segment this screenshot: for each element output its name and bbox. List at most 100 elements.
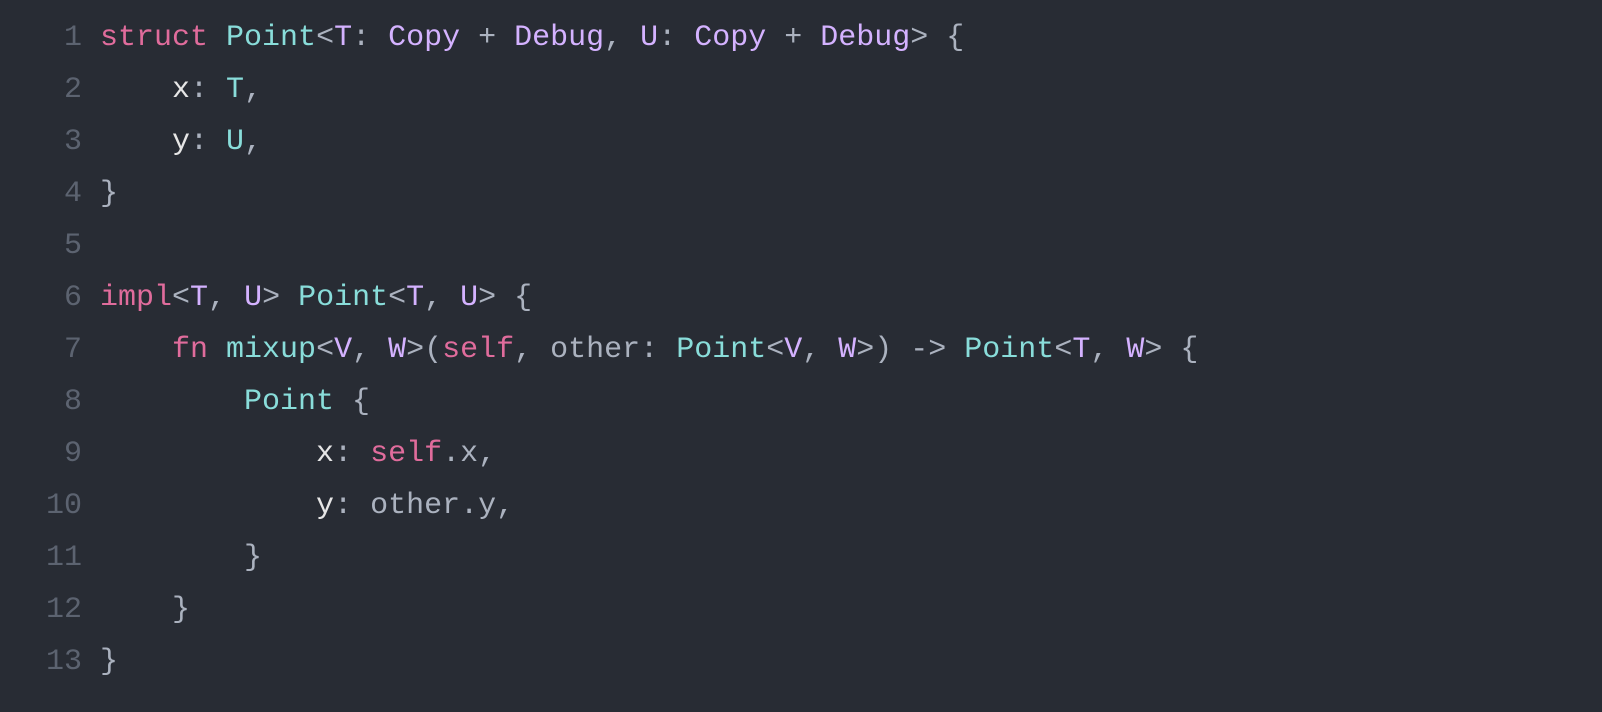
- code-token: T: [190, 281, 208, 315]
- code-token: ,: [1090, 333, 1126, 367]
- code-line[interactable]: x: self.x,: [100, 428, 1602, 480]
- code-line[interactable]: [100, 220, 1602, 272]
- code-token: [208, 21, 226, 55]
- code-token: ,: [604, 21, 640, 55]
- code-token: >(: [406, 333, 442, 367]
- code-token: T: [1072, 333, 1090, 367]
- code-token: V: [784, 333, 802, 367]
- code-token: self: [442, 333, 514, 367]
- code-token: [100, 385, 244, 419]
- code-token: {: [334, 385, 370, 419]
- code-token: {: [928, 21, 964, 55]
- code-token: > {: [1144, 333, 1198, 367]
- line-number: 4: [0, 168, 82, 220]
- code-token: y: [172, 125, 190, 159]
- line-number: 10: [0, 480, 82, 532]
- code-token: [208, 333, 226, 367]
- code-token: :: [334, 437, 370, 471]
- code-token: x: [172, 73, 190, 107]
- code-token: }: [100, 177, 118, 211]
- code-token: ,: [244, 125, 262, 159]
- code-token: <: [1054, 333, 1072, 367]
- code-token: Point: [226, 21, 316, 55]
- code-token: :: [190, 125, 226, 159]
- code-token: x: [316, 437, 334, 471]
- code-token: }: [100, 593, 190, 627]
- code-token: U: [460, 281, 478, 315]
- code-token: [100, 333, 172, 367]
- code-token: :: [352, 21, 388, 55]
- code-token: Point: [298, 281, 388, 315]
- code-token: > {: [478, 281, 532, 315]
- code-token: }: [100, 541, 262, 575]
- code-token: Copy: [388, 21, 460, 55]
- code-line[interactable]: }: [100, 636, 1602, 688]
- code-token: T: [334, 21, 352, 55]
- line-number: 3: [0, 116, 82, 168]
- code-line[interactable]: struct Point<T: Copy + Debug, U: Copy + …: [100, 12, 1602, 64]
- code-token: U: [244, 281, 262, 315]
- code-token: Debug: [820, 21, 910, 55]
- code-token: +: [460, 21, 514, 55]
- code-token: ,: [244, 73, 262, 107]
- line-number: 11: [0, 532, 82, 584]
- code-token: ,: [208, 281, 244, 315]
- line-number: 1: [0, 12, 82, 64]
- code-token: T: [226, 73, 244, 107]
- code-line[interactable]: Point {: [100, 376, 1602, 428]
- code-token: , other:: [514, 333, 676, 367]
- code-token: W: [838, 333, 856, 367]
- code-line[interactable]: fn mixup<V, W>(self, other: Point<V, W>)…: [100, 324, 1602, 376]
- line-number: 5: [0, 220, 82, 272]
- code-token: impl: [100, 281, 172, 315]
- code-line[interactable]: y: U,: [100, 116, 1602, 168]
- code-line[interactable]: }: [100, 584, 1602, 636]
- code-token: Point: [676, 333, 766, 367]
- line-number: 12: [0, 584, 82, 636]
- code-token: ,: [424, 281, 460, 315]
- code-line[interactable]: }: [100, 532, 1602, 584]
- code-token: <: [172, 281, 190, 315]
- code-token: <: [316, 21, 334, 55]
- code-token: ,: [802, 333, 838, 367]
- code-token: Point: [244, 385, 334, 419]
- code-token: ,: [352, 333, 388, 367]
- code-token: [100, 125, 172, 159]
- code-token: V: [334, 333, 352, 367]
- code-token: y: [316, 489, 334, 523]
- code-token: Debug: [514, 21, 604, 55]
- code-token: struct: [100, 21, 208, 55]
- line-number: 8: [0, 376, 82, 428]
- code-token: <: [316, 333, 334, 367]
- code-token: Copy: [694, 21, 766, 55]
- code-token: self: [370, 437, 442, 471]
- code-token: fn: [172, 333, 208, 367]
- code-line[interactable]: y: other.y,: [100, 480, 1602, 532]
- code-token: <: [388, 281, 406, 315]
- code-token: :: [658, 21, 694, 55]
- code-token: U: [640, 21, 658, 55]
- line-number: 7: [0, 324, 82, 376]
- code-token: : other.y,: [334, 489, 514, 523]
- code-content[interactable]: struct Point<T: Copy + Debug, U: Copy + …: [100, 12, 1602, 688]
- line-number-gutter: 12345678910111213: [0, 12, 100, 688]
- code-token: .x,: [442, 437, 496, 471]
- code-token: <: [766, 333, 784, 367]
- code-token: }: [100, 645, 118, 679]
- code-token: W: [388, 333, 406, 367]
- code-token: Point: [964, 333, 1054, 367]
- code-token: [100, 437, 316, 471]
- line-number: 6: [0, 272, 82, 324]
- code-token: >: [910, 21, 928, 55]
- code-token: >: [262, 281, 298, 315]
- code-token: mixup: [226, 333, 316, 367]
- code-line[interactable]: x: T,: [100, 64, 1602, 116]
- code-editor[interactable]: 12345678910111213 struct Point<T: Copy +…: [0, 0, 1602, 688]
- code-line[interactable]: impl<T, U> Point<T, U> {: [100, 272, 1602, 324]
- code-line[interactable]: }: [100, 168, 1602, 220]
- code-token: [100, 489, 316, 523]
- code-token: >) ->: [856, 333, 964, 367]
- code-token: W: [1126, 333, 1144, 367]
- code-token: U: [226, 125, 244, 159]
- line-number: 2: [0, 64, 82, 116]
